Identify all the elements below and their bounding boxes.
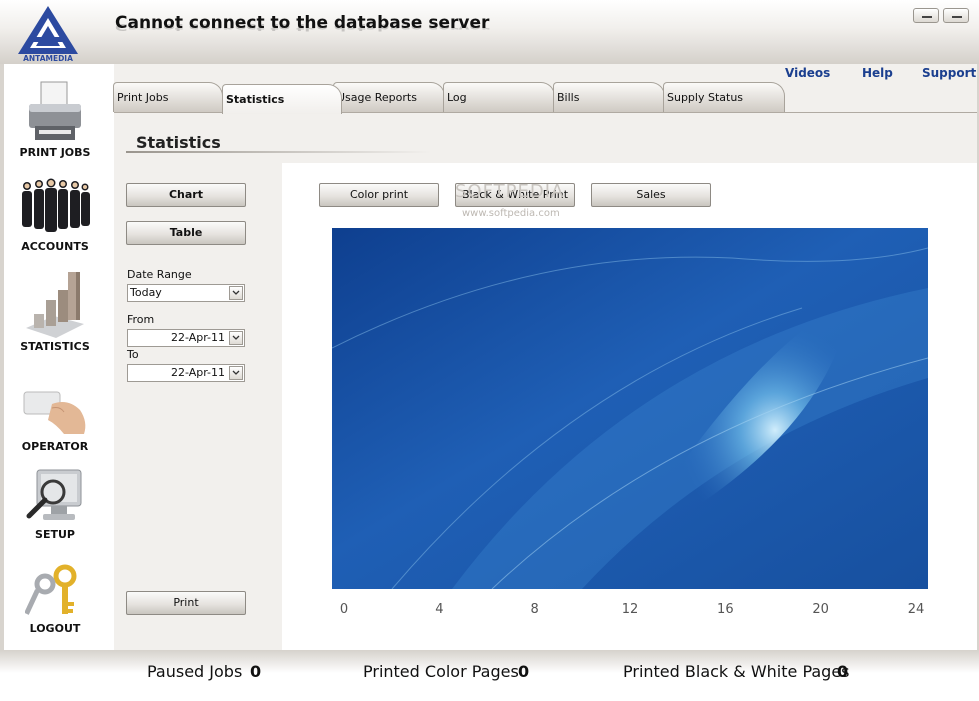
paused-jobs-label: Paused Jobs: [147, 662, 243, 681]
color-print-button[interactable]: Color print: [319, 183, 439, 207]
sidebar-item-statistics[interactable]: STATISTICS: [0, 270, 110, 353]
tab-supply-status[interactable]: Supply Status: [663, 82, 785, 112]
help-link[interactable]: Help: [862, 66, 893, 80]
people-icon: [22, 178, 90, 232]
bar-chart-icon: [26, 272, 84, 338]
x-tick-label: 16: [717, 602, 734, 617]
color-pages-label: Printed Color Pages: [363, 662, 519, 681]
sidebar-item-accounts[interactable]: ACCOUNTS: [0, 176, 110, 253]
chart-view-button[interactable]: Chart: [126, 183, 246, 207]
printer-icon: [29, 81, 81, 140]
window-title-reflection: Cannot connect to the database server: [115, 21, 490, 32]
date-range-value: Today: [130, 286, 162, 299]
from-date-picker[interactable]: 22-Apr-11: [127, 329, 245, 347]
title-divider: [126, 151, 431, 153]
tab-statistics[interactable]: Statistics: [222, 84, 342, 114]
x-tick-label: 4: [435, 602, 444, 617]
sidebar-item-label: ACCOUNTS: [21, 240, 89, 253]
monitor-magnifier-icon: [26, 469, 82, 520]
keys-icon: [25, 564, 77, 615]
date-range-label: Date Range: [127, 268, 192, 281]
x-tick-label: 24: [907, 602, 925, 617]
chevron-down-icon[interactable]: [229, 366, 243, 380]
sidebar-item-label: PRINT JOBS: [19, 146, 91, 159]
antamedia-logo: ANTAMEDIA: [14, 4, 82, 63]
chart-plot-area: [332, 228, 928, 589]
to-date-picker[interactable]: 22-Apr-11: [127, 364, 245, 382]
minimize-button[interactable]: [913, 8, 939, 23]
sidebar-item-setup[interactable]: SETUP: [0, 466, 110, 541]
watermark: SOFTPEDIA: [455, 181, 565, 202]
sidebar-item-label: SETUP: [35, 528, 75, 541]
tab-usage-reports[interactable]: Usage Reports: [333, 82, 445, 112]
tab-bills[interactable]: Bills: [553, 82, 665, 112]
close-button[interactable]: [943, 8, 969, 23]
date-range-select[interactable]: Today: [127, 284, 245, 302]
from-date-value: 22-Apr-11: [170, 331, 225, 344]
minimize-icon: [922, 16, 932, 18]
to-label: To: [127, 348, 139, 361]
sidebar-item-label: LOGOUT: [29, 622, 81, 635]
card-hand-icon: [23, 391, 86, 434]
x-tick-label: 0: [339, 602, 349, 617]
print-button[interactable]: Print: [126, 591, 246, 615]
sidebar-item-operator[interactable]: OPERATOR: [0, 384, 110, 453]
close-icon: [952, 16, 962, 18]
paused-jobs-value: 0: [250, 662, 262, 681]
watermark-url: www.softpedia.com: [462, 208, 560, 219]
from-label: From: [127, 313, 155, 326]
x-tick-label: 8: [530, 602, 539, 617]
sidebar-item-label: OPERATOR: [21, 440, 89, 453]
page-title: Statistics: [136, 133, 221, 152]
videos-link[interactable]: Videos: [785, 66, 830, 80]
color-pages-value: 0: [518, 662, 530, 681]
bw-pages-label: Printed Black & White Pages: [623, 662, 850, 681]
x-tick-label: 12: [621, 602, 639, 617]
x-tick-label: 20: [812, 602, 829, 617]
bw-pages-value: 0: [837, 662, 849, 681]
sidebar-item-label: STATISTICS: [20, 340, 90, 353]
sidebar-item-logout[interactable]: LOGOUT: [0, 562, 110, 635]
tab-print-jobs[interactable]: Print Jobs: [113, 82, 223, 112]
chevron-down-icon[interactable]: [229, 286, 243, 300]
to-date-value: 22-Apr-11: [170, 366, 225, 379]
sales-button[interactable]: Sales: [591, 183, 711, 207]
chevron-down-icon[interactable]: [229, 331, 243, 345]
svg-text:ANTAMEDIA: ANTAMEDIA: [23, 54, 73, 62]
support-link[interactable]: Support: [922, 66, 976, 80]
sidebar-item-print-jobs[interactable]: PRINT JOBS: [0, 80, 110, 159]
table-view-button[interactable]: Table: [126, 221, 246, 245]
tab-log[interactable]: Log: [443, 82, 555, 112]
